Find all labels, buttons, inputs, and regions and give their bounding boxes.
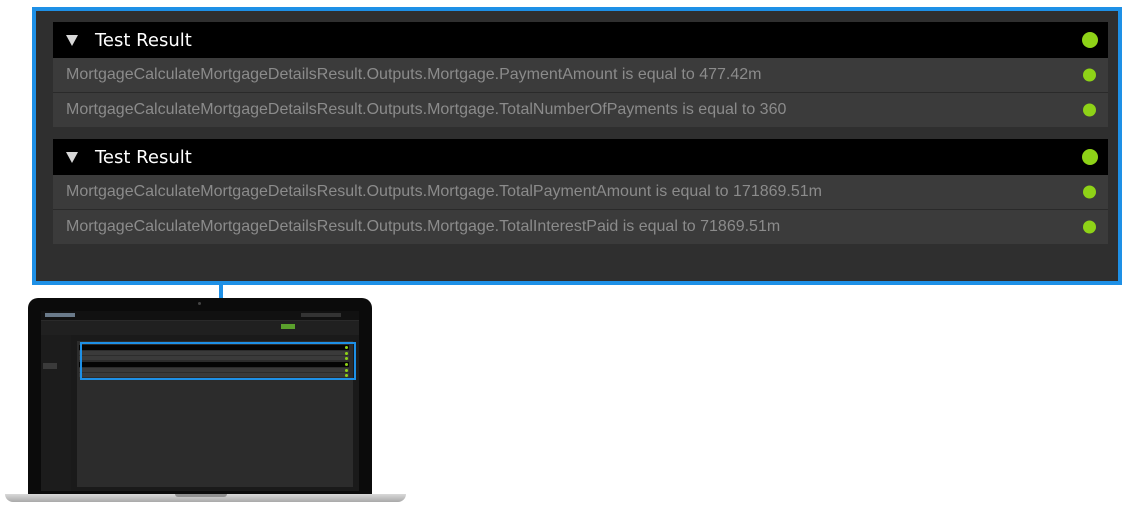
- app-topbar: [41, 311, 359, 321]
- assertion-text: MortgageCalculateMortgageDetailsResult.O…: [66, 66, 762, 83]
- laptop-screen-bezel: [28, 298, 372, 494]
- laptop-display: [41, 311, 359, 491]
- app-logo: [45, 313, 75, 317]
- green-status-dot-icon: [1083, 68, 1096, 82]
- test-result-group: Test Result MortgageCalculateMortgageDet…: [53, 22, 1108, 127]
- test-assertion-row: MortgageCalculateMortgageDetailsResult.O…: [53, 175, 1108, 210]
- app-search-box: [301, 313, 341, 317]
- green-status-dot-icon: [1082, 32, 1098, 48]
- app-sidebar-item: [43, 363, 57, 369]
- laptop-camera: [198, 302, 201, 305]
- assertion-text: MortgageCalculateMortgageDetailsResult.O…: [66, 183, 822, 200]
- illustration-stage: Test Result MortgageCalculateMortgageDet…: [0, 0, 1125, 510]
- app-sidebar: [41, 335, 71, 491]
- test-result-group: Test Result MortgageCalculateMortgageDet…: [53, 139, 1108, 244]
- app-run-button: [281, 324, 295, 329]
- test-result-title: Test Result: [95, 29, 192, 51]
- green-status-dot-icon: [1083, 220, 1096, 234]
- triangle-down-icon[interactable]: [66, 151, 78, 163]
- triangle-down-icon[interactable]: [66, 34, 78, 46]
- test-assertion-row: MortgageCalculateMortgageDetailsResult.O…: [53, 93, 1108, 127]
- test-results-zoom-panel: Test Result MortgageCalculateMortgageDet…: [32, 7, 1122, 285]
- test-result-header[interactable]: Test Result: [53, 22, 1108, 58]
- green-status-dot-icon: [1082, 149, 1098, 165]
- test-assertion-row: MortgageCalculateMortgageDetailsResult.O…: [53, 58, 1108, 93]
- green-status-dot-icon: [1083, 103, 1096, 117]
- laptop-notch: [175, 494, 227, 497]
- test-assertion-row: MortgageCalculateMortgageDetailsResult.O…: [53, 210, 1108, 244]
- test-result-header[interactable]: Test Result: [53, 139, 1108, 175]
- app-subbar: [41, 321, 359, 335]
- assertion-text: MortgageCalculateMortgageDetailsResult.O…: [66, 101, 787, 118]
- test-result-title: Test Result: [95, 146, 192, 168]
- green-status-dot-icon: [1083, 185, 1096, 199]
- laptop-highlight-box: [80, 342, 356, 380]
- assertion-text: MortgageCalculateMortgageDetailsResult.O…: [66, 218, 781, 235]
